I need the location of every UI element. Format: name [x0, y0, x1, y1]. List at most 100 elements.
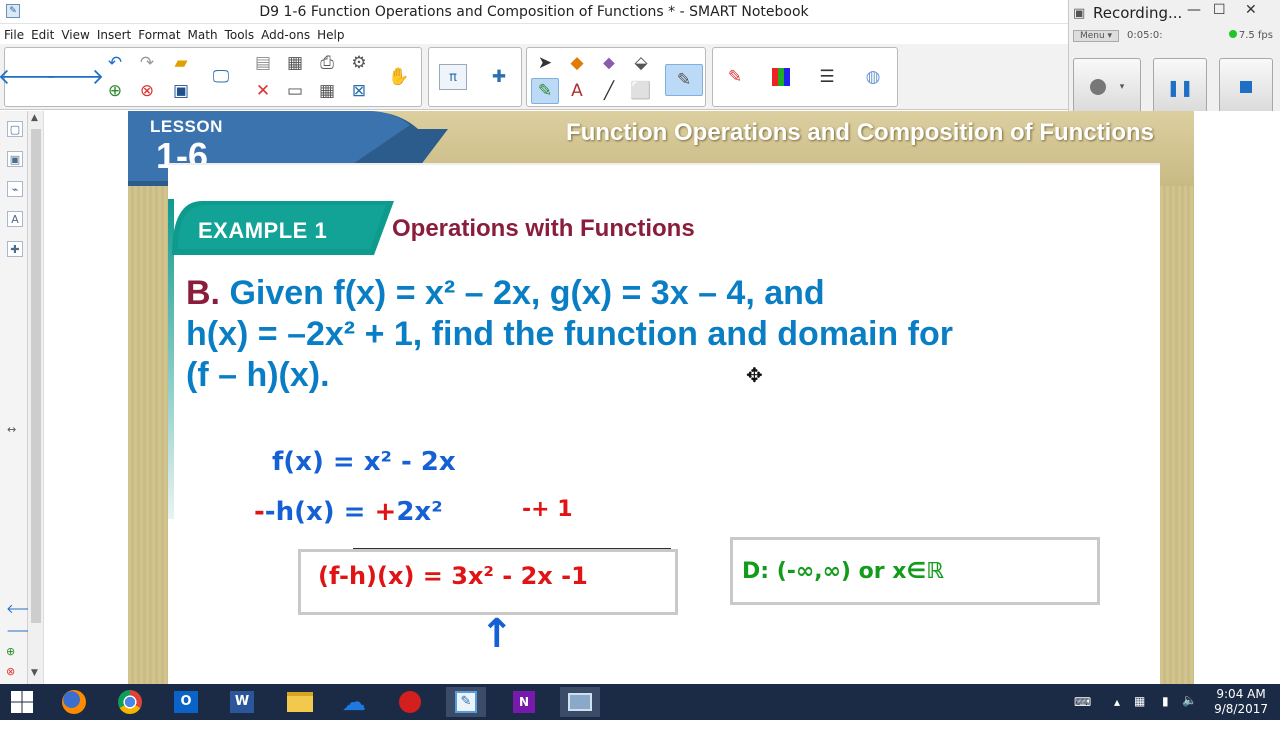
menu-tools[interactable]: Tools — [221, 26, 258, 42]
page-sorter-icon[interactable]: ▢ — [7, 121, 23, 137]
minimize-icon[interactable]: — — [1187, 2, 1201, 18]
pen-type-icon[interactable]: ✎ — [721, 64, 749, 90]
scroll-up-icon[interactable]: ▲ — [31, 113, 38, 123]
save-icon[interactable]: ▣ — [167, 78, 195, 104]
menu-edit[interactable]: Edit — [27, 26, 57, 42]
example-title: Operations with Functions — [392, 215, 695, 242]
add-page-icon[interactable]: ⊕ — [101, 78, 129, 104]
text-icon[interactable]: A — [563, 78, 591, 104]
notebook-icon: ✎ — [455, 691, 477, 713]
magic-pen-icon[interactable]: ✎ — [665, 64, 703, 96]
menu-insert[interactable]: Insert — [93, 26, 134, 42]
firefox-taskbar-button[interactable] — [54, 687, 94, 717]
attachments-icon[interactable]: ⌁ — [7, 181, 23, 197]
delete-page-icon[interactable]: ⊗ — [133, 78, 161, 104]
menu-format[interactable]: Format — [134, 26, 183, 42]
menu-math[interactable]: Math — [184, 26, 221, 42]
keyboard-icon[interactable]: ⌨ — [1074, 695, 1091, 731]
notebook-taskbar-button[interactable]: ✎ — [446, 687, 486, 717]
menu-help[interactable]: Help — [313, 26, 347, 42]
addon-puzzle-icon[interactable]: ✚ — [485, 64, 513, 90]
start-button[interactable] — [2, 687, 42, 717]
screen-shade-icon[interactable]: 🖵 — [207, 64, 235, 90]
color-palette-icon[interactable] — [767, 64, 795, 90]
clock[interactable]: 9:04 AM 9/8/2017 — [1214, 687, 1268, 717]
delete-icon[interactable]: ✕ — [249, 78, 277, 104]
transparency-icon[interactable]: ◍ — [859, 64, 887, 90]
select-arrow-icon[interactable]: ➤ — [531, 50, 559, 76]
shapes-icon[interactable]: ◆ — [563, 50, 591, 76]
open-file-icon[interactable]: ▰ — [167, 50, 195, 76]
resize-handle-icon[interactable]: ↔ — [7, 423, 16, 436]
handwritten-red-tail: -+ 1 — [522, 497, 573, 522]
outlook-taskbar-button[interactable]: O — [166, 687, 206, 717]
line-style-icon[interactable]: ☰ — [813, 64, 841, 90]
menu-view[interactable]: View — [57, 26, 92, 42]
eraser-icon[interactable]: ⬥ — [595, 50, 623, 76]
fill-icon[interactable]: ⬙ — [627, 50, 655, 76]
clock-date: 9/8/2017 — [1214, 702, 1268, 716]
table-icon[interactable]: ▦ — [313, 78, 341, 104]
firefox-icon — [62, 690, 86, 714]
maximize-icon[interactable]: ☐ — [1213, 2, 1226, 18]
redo-icon[interactable]: ↷ — [133, 50, 161, 76]
chrome-taskbar-button[interactable] — [110, 687, 150, 717]
network-icon[interactable]: ▦ — [1134, 694, 1145, 730]
handwritten-f-line: f(x) = x² - 2x — [272, 447, 456, 477]
toolbar-group-properties: ✎ ☰ ◍ — [712, 47, 898, 107]
word-taskbar-button[interactable]: W — [222, 687, 262, 717]
question-line-1: B. Given f(x) = x² – 2x, g(x) = 3x – 4, … — [186, 273, 1106, 314]
word-icon: W — [230, 691, 254, 713]
close-box-icon[interactable]: ⊠ — [345, 78, 373, 104]
vertical-scrollbar[interactable]: ▲ ▼ — [28, 111, 44, 684]
screen-capture-icon[interactable]: ▦ — [281, 50, 309, 76]
full-screen-icon[interactable]: ▭ — [281, 78, 309, 104]
toolbar: 🡐 🡒 ↶ ↷ ⊕ ⊗ ▰ ▣ 🖵 ▤ ✕ ▦ ▭ ⎙ ▦ ⚙ ⊠ ✋ π ✚ … — [0, 44, 1068, 110]
paste-icon[interactable]: ▤ — [249, 50, 277, 76]
taskbar: O W ☁ ✎ N ⌨ ▴ ▦ ▮ 🔈 9:04 AM 9/8/2017 — [0, 684, 1280, 720]
document-camera-icon[interactable]: ⎙ — [313, 50, 341, 76]
scroll-thumb[interactable] — [31, 129, 41, 623]
sidebar-add-icon[interactable]: ⊕ — [6, 645, 15, 658]
addons-tab-icon[interactable]: ✚ — [7, 241, 23, 257]
onedrive-taskbar-button[interactable]: ☁ — [334, 687, 374, 717]
clock-time: 9:04 AM — [1216, 687, 1266, 701]
whiteboard-canvas[interactable]: LESSON 1-6 Function Operations and Compo… — [44, 111, 1280, 684]
file-explorer-taskbar-button[interactable] — [280, 687, 320, 717]
record-dropdown-icon: ▾ — [1119, 82, 1125, 92]
toolbar-group-tools: ➤ ✎ ◆ A ⬥ ╱ ⬙ ⬜ ✎ — [526, 47, 706, 107]
recorder-taskbar-button[interactable] — [560, 687, 600, 717]
close-icon[interactable]: ✕ — [1245, 2, 1257, 18]
next-page-icon[interactable]: 🡒 — [46, 64, 105, 90]
recording-menu-button[interactable]: Menu ▾ — [1073, 30, 1119, 42]
undo-icon[interactable]: ↶ — [101, 50, 129, 76]
battery-icon[interactable]: ▮ — [1162, 694, 1169, 730]
previous-page-icon[interactable]: 🡐 — [0, 64, 57, 90]
question-line-2: h(x) = –2x² + 1, find the function and d… — [186, 315, 953, 353]
lesson-label: LESSON — [150, 117, 223, 136]
pens-icon[interactable]: ✎ — [531, 78, 559, 104]
menu-bar: File Edit View Insert Format Math Tools Add-ons… — [0, 24, 1068, 44]
smart-taskbar-button[interactable] — [390, 687, 430, 717]
volume-icon[interactable]: 🔈 — [1182, 693, 1197, 729]
highlighter-eraser-icon[interactable]: ⬜ — [627, 78, 655, 104]
menu-addons[interactable]: Add-ons — [257, 26, 313, 42]
hand-tool-icon[interactable]: ✋ — [385, 64, 413, 90]
record-button[interactable]: ▾ — [1073, 58, 1141, 116]
handwritten-h-line: --h(x) = +2x² — [254, 497, 443, 527]
record-icon — [1089, 79, 1106, 95]
slide: LESSON 1-6 Function Operations and Compo… — [128, 111, 1194, 684]
onenote-taskbar-button[interactable]: N — [504, 687, 544, 717]
pause-button[interactable]: ❚❚ — [1153, 58, 1207, 116]
stop-button[interactable] — [1219, 58, 1273, 116]
gallery-icon[interactable]: ▣ — [7, 151, 23, 167]
tray-expand-icon[interactable]: ▴ — [1114, 695, 1120, 731]
line-icon[interactable]: ╱ — [595, 78, 623, 104]
status-dot-icon — [1228, 30, 1237, 38]
scroll-down-icon[interactable]: ▼ — [31, 668, 38, 678]
properties-icon[interactable]: ⚙ — [345, 50, 373, 76]
math-pi-icon[interactable]: π — [439, 64, 467, 90]
menu-file[interactable]: File — [0, 26, 27, 42]
properties-tab-icon[interactable]: A — [7, 211, 23, 227]
sidebar-delete-icon[interactable]: ⊗ — [6, 665, 15, 678]
